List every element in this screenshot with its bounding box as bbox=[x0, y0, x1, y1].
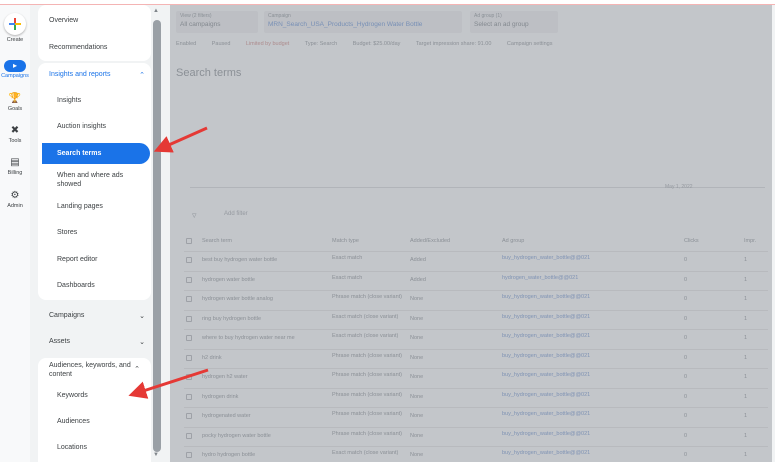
rail-label: Billing bbox=[7, 170, 23, 176]
chevron-up-icon: ⌃ bbox=[139, 72, 145, 79]
nav-insights-and-reports-label: Insights and reports bbox=[49, 71, 111, 78]
nav-assets-label: Assets bbox=[49, 338, 71, 345]
rail-label: Campaigns bbox=[1, 73, 29, 79]
nav-recommendations[interactable]: Recommendations bbox=[38, 44, 151, 51]
rail-label: Create bbox=[6, 37, 24, 43]
tools-icon: ✖ bbox=[10, 125, 20, 136]
nav-keywords[interactable]: Keywords bbox=[38, 392, 151, 399]
navigation-panel: Overview Recommendations Insights and re… bbox=[38, 5, 151, 462]
rail-create[interactable]: Create bbox=[0, 13, 30, 43]
nav-campaigns-label: Campaigns bbox=[49, 312, 85, 319]
nav-audiences-keywords-content[interactable]: Audiences, keywords, and content ⌃ bbox=[38, 361, 146, 379]
gear-icon: ⚙ bbox=[10, 190, 20, 201]
trophy-icon: 🏆 bbox=[8, 93, 22, 104]
nav-campaigns[interactable]: Campaigns ⌄ bbox=[38, 312, 151, 320]
nav-report-editor[interactable]: Report editor bbox=[38, 256, 151, 263]
dim-overlay bbox=[170, 5, 772, 462]
plus-icon bbox=[4, 13, 26, 35]
nav-overview[interactable]: Overview bbox=[38, 17, 151, 24]
nav-scrollbar-thumb[interactable] bbox=[153, 20, 161, 452]
nav-insights-and-reports[interactable]: Insights and reports ⌃ bbox=[38, 71, 151, 79]
rail-label: Goals bbox=[7, 106, 23, 112]
nav-search-terms[interactable]: Search terms bbox=[42, 143, 150, 164]
rail-campaigns[interactable]: ▸ Campaigns bbox=[0, 60, 30, 79]
nav-assets[interactable]: Assets ⌄ bbox=[38, 338, 151, 346]
credit-card-icon: ▤ bbox=[10, 157, 20, 168]
scroll-down-icon[interactable]: ▼ bbox=[153, 452, 159, 458]
chevron-down-icon: ⌄ bbox=[139, 339, 145, 346]
nav-stores[interactable]: Stores bbox=[38, 229, 151, 236]
rail-admin[interactable]: ⚙ Admin bbox=[0, 190, 30, 209]
nav-dashboards[interactable]: Dashboards bbox=[38, 282, 151, 289]
nav-audiences-keywords-label: Audiences, keywords, and content bbox=[49, 362, 131, 378]
main-content: View (2 filters) All campaigns Campaign … bbox=[170, 5, 772, 462]
left-rail: Create ▸ Campaigns 🏆 Goals ✖ Tools ▤ Bil… bbox=[0, 5, 30, 462]
rail-label: Admin bbox=[7, 203, 23, 209]
scroll-up-icon[interactable]: ▲ bbox=[153, 8, 159, 14]
nav-insights[interactable]: Insights bbox=[38, 97, 151, 104]
rail-billing[interactable]: ▤ Billing bbox=[0, 157, 30, 176]
chevron-down-icon: ⌄ bbox=[139, 313, 145, 320]
nav-locations[interactable]: Locations bbox=[38, 444, 151, 451]
rail-goals[interactable]: 🏆 Goals bbox=[0, 93, 30, 112]
megaphone-icon: ▸ bbox=[4, 60, 26, 72]
rail-tools[interactable]: ✖ Tools bbox=[0, 125, 30, 144]
rail-label: Tools bbox=[8, 138, 22, 144]
nav-card-top bbox=[38, 5, 151, 61]
nav-audiences[interactable]: Audiences bbox=[38, 418, 151, 425]
nav-when-and-where[interactable]: When and where ads showed bbox=[38, 171, 138, 189]
nav-landing-pages[interactable]: Landing pages bbox=[38, 203, 151, 210]
nav-auction-insights[interactable]: Auction insights bbox=[38, 123, 151, 130]
chevron-up-icon: ⌃ bbox=[134, 366, 140, 373]
